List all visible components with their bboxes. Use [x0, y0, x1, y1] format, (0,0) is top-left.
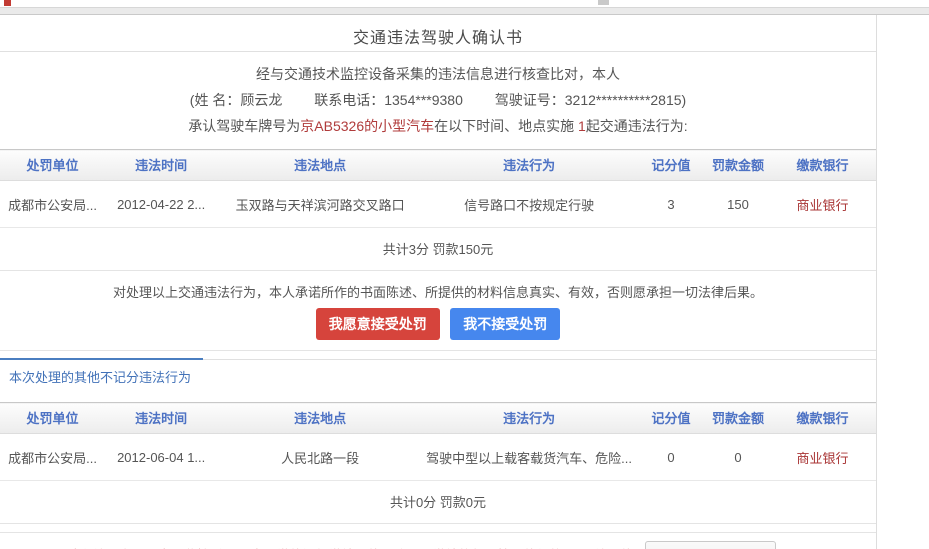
cell-violation-time: 2012-04-22 2... — [105, 181, 217, 228]
confirmation-page: 交通违法驾驶人确认书 经与交通技术监控设备采集的违法信息进行核查比对，本人 (姓… — [0, 15, 877, 549]
other-violations-table-wrap: 处罚单位 违法时间 违法地点 违法行为 记分值 罚款金额 缴款银行 成都市公安局… — [0, 402, 876, 524]
other-violations-tab-bar: 本次处理的其他不记分违法行为 — [0, 359, 876, 392]
payment-deadline-notice: 请在处理完以上电子监控后15日内到缴款银行缴纳罚款；逾期不缴纳的每日按罚款额的3… — [64, 545, 636, 549]
header-violation-time: 违法时间 — [105, 403, 217, 434]
intro-line-1: 经与交通技术监控设备采集的违法信息进行核查比对，本人 — [0, 61, 876, 87]
cell-fine-amount: 0 — [707, 434, 769, 481]
intro-line-driver-info: (姓 名：顾云龙 联系电话：1354***9380 驾驶证号：3212*****… — [0, 87, 876, 113]
driver-license: 驾驶证号：3212**********2815) — [495, 92, 686, 108]
other-table-row: 成都市公安局... 2012-06-04 1... 人民北路一段 驾驶中型以上载… — [0, 434, 876, 481]
browser-edge-strip — [0, 0, 929, 7]
payment-notice-section: 请在处理完以上电子监控后15日内到缴款银行缴纳罚款；逾期不缴纳的每日按罚款额的3… — [0, 532, 876, 549]
cell-punish-unit: 成都市公安局... — [0, 434, 105, 481]
cell-violation-place: 人民北路一段 — [217, 434, 423, 481]
browser-tab-fragment-icon — [4, 0, 11, 6]
reject-penalty-button[interactable]: 我不接受处罚 — [450, 308, 560, 340]
cell-violation-place: 玉双路与天祥滨河路交叉路口 — [217, 181, 423, 228]
header-fine-amount: 罚款金额 — [707, 150, 769, 181]
cell-payment-bank-link[interactable]: 商业银行 — [769, 181, 876, 228]
header-payment-bank: 缴款银行 — [769, 150, 876, 181]
other-violations-summary: 共计0分 罚款0元 — [0, 481, 876, 524]
header-violation-place: 违法地点 — [217, 403, 423, 434]
violation-summary: 共计3分 罚款150元 — [0, 228, 876, 271]
header-violation-behavior: 违法行为 — [423, 150, 635, 181]
violation-count: 1 — [578, 118, 586, 134]
browser-chrome-bar — [0, 7, 929, 15]
page-title: 交通违法驾驶人确认书 — [353, 30, 523, 47]
driver-phone: 联系电话：1354***9380 — [314, 92, 463, 108]
header-violation-place: 违法地点 — [217, 150, 423, 181]
commitment-statement: 对处理以上交通违法行为，本人承诺所作的书面陈述、所提供的材料信息真实、有效，否则… — [0, 284, 876, 302]
cell-points: 0 — [635, 434, 707, 481]
driver-name: (姓 名：顾云龙 — [190, 92, 283, 108]
other-table-header-row: 处罚单位 违法时间 违法地点 违法行为 记分值 罚款金额 缴款银行 — [0, 403, 876, 434]
header-violation-time: 违法时间 — [105, 150, 217, 181]
accept-penalty-button[interactable]: 我愿意接受处罚 — [316, 308, 440, 340]
intro-section: 经与交通技术监控设备采集的违法信息进行核查比对，本人 (姓 名：顾云龙 联系电话… — [0, 52, 876, 149]
cell-fine-amount: 150 — [707, 181, 769, 228]
browser-edge-fragment — [598, 0, 609, 5]
violation-table: 处罚单位 违法时间 违法地点 违法行为 记分值 罚款金额 缴款银行 成都市公安局… — [0, 149, 876, 228]
header-points: 记分值 — [635, 150, 707, 181]
header-points: 记分值 — [635, 403, 707, 434]
cell-payment-bank-link[interactable]: 商业银行 — [769, 434, 876, 481]
cell-punish-unit: 成都市公安局... — [0, 181, 105, 228]
cell-violation-behavior: 驾驶中型以上载客载货汽车、危险... — [423, 434, 635, 481]
header-punish-unit: 处罚单位 — [0, 150, 105, 181]
other-violations-table: 处罚单位 违法时间 违法地点 违法行为 记分值 罚款金额 缴款银行 成都市公安局… — [0, 402, 876, 481]
cell-violation-behavior: 信号路口不按规定行驶 — [423, 181, 635, 228]
cell-violation-time: 2012-06-04 1... — [105, 434, 217, 481]
intro-line-vehicle: 承认驾驶车牌号为京AB5326的小型汽车在以下时间、地点实施 1起交通违法行为: — [0, 113, 876, 139]
view-service-locations-button[interactable]: 查看可办理业务网点 — [645, 541, 776, 549]
statement-section: 对处理以上交通违法行为，本人承诺所作的书面陈述、所提供的材料信息真实、有效，否则… — [0, 271, 876, 351]
violation-table-row: 成都市公安局... 2012-04-22 2... 玉双路与天祥滨河路交叉路口 … — [0, 181, 876, 228]
view-service-locations-label: 查看可办理业务网点 — [657, 546, 774, 549]
header-violation-behavior: 违法行为 — [423, 403, 635, 434]
cell-points: 3 — [635, 181, 707, 228]
action-buttons: 我愿意接受处罚 我不接受处罚 — [0, 308, 876, 340]
violation-table-header-row: 处罚单位 违法时间 违法地点 违法行为 记分值 罚款金额 缴款银行 — [0, 150, 876, 181]
vehicle-plate: 京AB5326的小型汽车 — [300, 118, 434, 134]
tab-other-nonpoint-violations[interactable]: 本次处理的其他不记分违法行为 — [0, 358, 203, 392]
header-punish-unit: 处罚单位 — [0, 403, 105, 434]
header-fine-amount: 罚款金额 — [707, 403, 769, 434]
header-payment-bank: 缴款银行 — [769, 403, 876, 434]
title-section: 交通违法驾驶人确认书 — [0, 15, 876, 52]
